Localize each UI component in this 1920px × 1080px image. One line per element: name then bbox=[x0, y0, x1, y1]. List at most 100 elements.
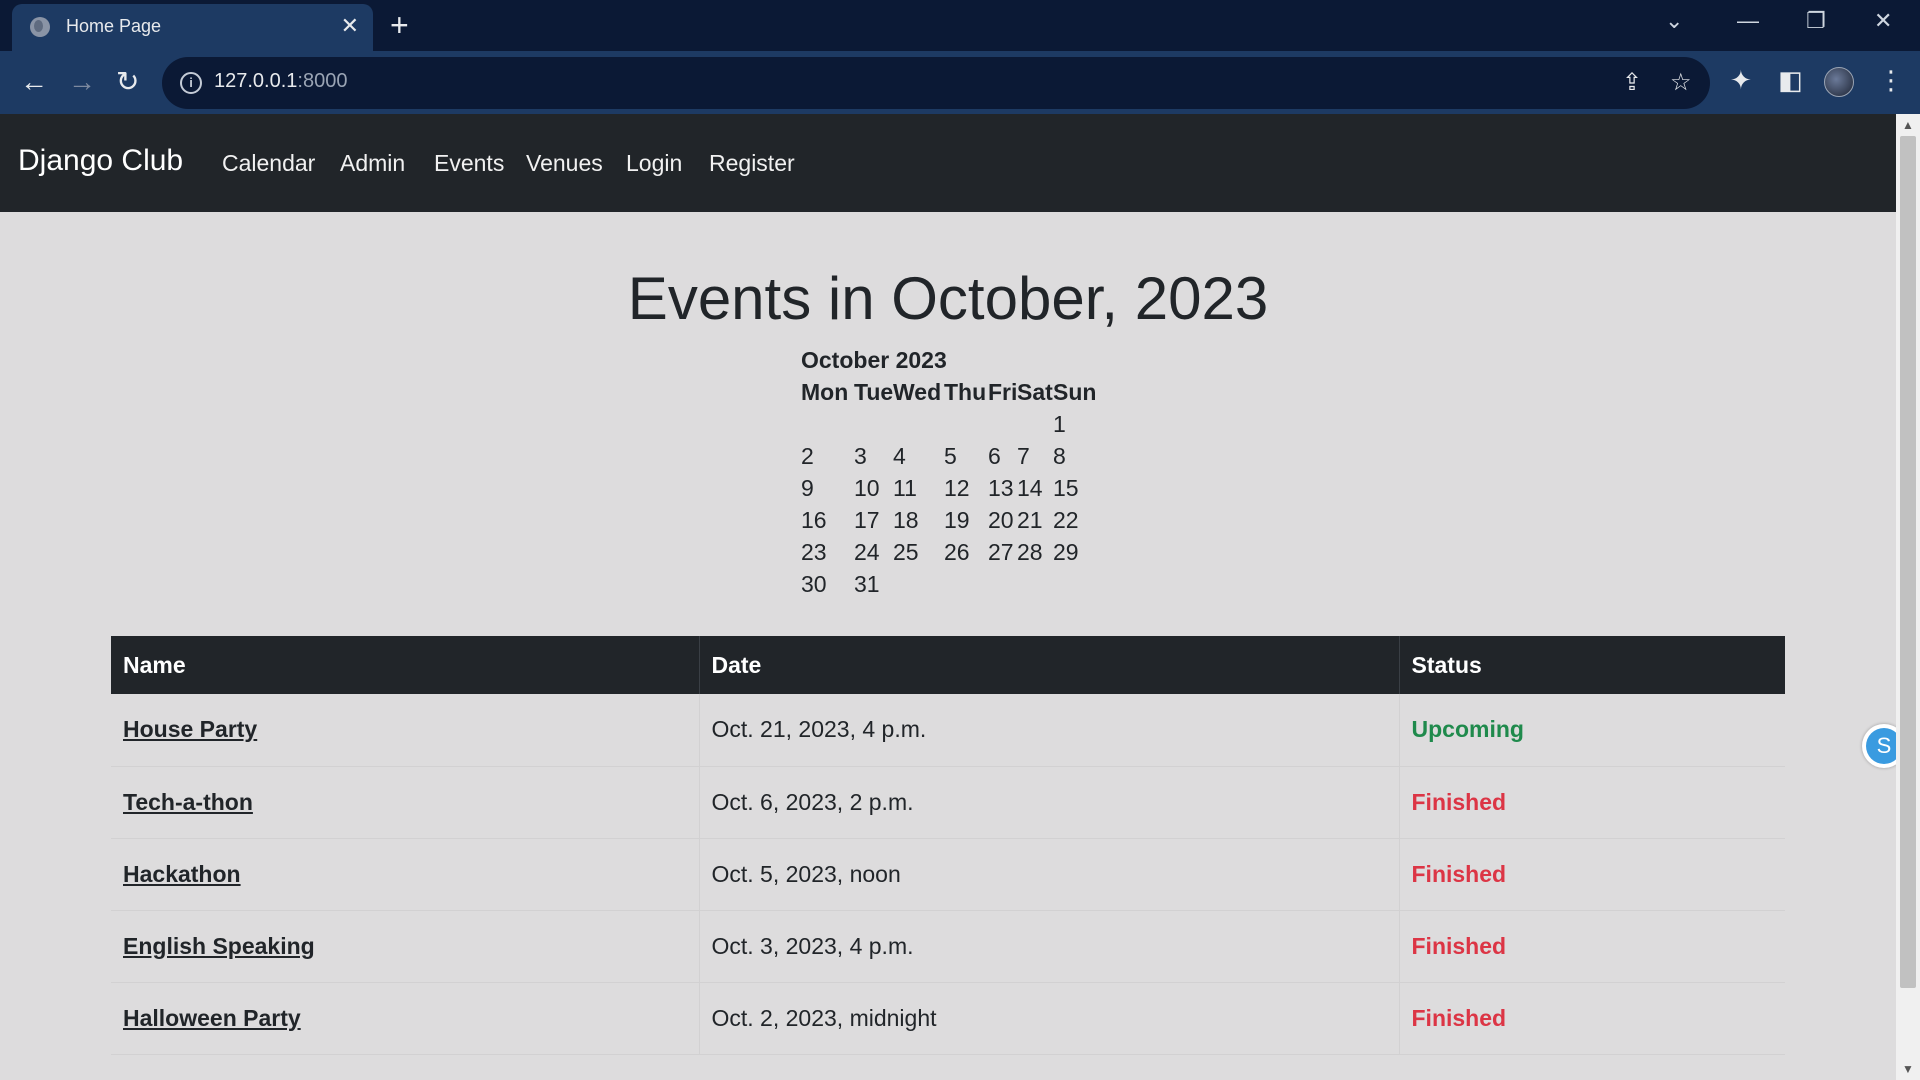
scroll-up-arrow-icon[interactable]: ▲ bbox=[1902, 118, 1914, 132]
event-status: Finished bbox=[1399, 910, 1785, 983]
calendar-weekday: Tue bbox=[854, 379, 894, 405]
calendar-day: 7 bbox=[1017, 443, 1030, 469]
calendar-day: 11 bbox=[893, 475, 917, 501]
table-row: Hackathon Oct. 5, 2023, noon Finished bbox=[111, 838, 1785, 911]
address-bar[interactable]: i 127.0.0.1:8000 ⇪ ☆ bbox=[162, 57, 1710, 109]
calendar-day: 30 bbox=[801, 571, 827, 597]
nav-admin[interactable]: Admin bbox=[340, 150, 405, 177]
table-row: English Speaking Oct. 3, 2023, 4 p.m. Fini… bbox=[111, 910, 1785, 983]
event-date: Oct. 5, 2023, noon bbox=[699, 838, 1400, 911]
calendar-day: 27 bbox=[988, 539, 1014, 565]
calendar-weekday: Sat bbox=[1017, 379, 1053, 405]
calendar-day: 3 bbox=[854, 443, 867, 469]
share-icon[interactable]: ⇪ bbox=[1622, 69, 1642, 97]
event-date: Oct. 6, 2023, 2 p.m. bbox=[699, 766, 1400, 839]
tab-title: Home Page bbox=[66, 16, 162, 36]
calendar-day: 25 bbox=[893, 539, 919, 565]
calendar-weekday: Mon bbox=[801, 379, 849, 405]
restore-button[interactable]: ❐ bbox=[1806, 6, 1826, 36]
calendar-day: 21 bbox=[1017, 507, 1043, 533]
browser-tab-strip: Home Page ✕ + ⌄ — ❐ ✕ bbox=[0, 0, 1920, 51]
side-panel-icon[interactable]: ◧ bbox=[1778, 63, 1803, 97]
event-name-link[interactable]: English Speaking bbox=[111, 910, 700, 983]
event-status: Finished bbox=[1399, 838, 1785, 911]
globe-icon bbox=[30, 17, 50, 37]
page-viewport: Django Club Calendar Admin Events Venues… bbox=[0, 114, 1920, 1080]
profile-avatar[interactable] bbox=[1824, 67, 1854, 97]
scrollbar-thumb[interactable] bbox=[1900, 136, 1916, 988]
event-date: Oct. 21, 2023, 4 p.m. bbox=[699, 694, 1400, 767]
calendar-day: 26 bbox=[944, 539, 970, 565]
calendar-day: 1 bbox=[1053, 411, 1066, 437]
events-table: Name Date Status House Party Oct. 21, 202… bbox=[111, 636, 1785, 1055]
calendar-day: 2 bbox=[801, 443, 814, 469]
calendar-day: 12 bbox=[944, 475, 970, 501]
calendar-weekday: Sun bbox=[1053, 379, 1097, 405]
menu-kebab-icon[interactable]: ⋮ bbox=[1878, 63, 1904, 97]
calendar-day: 14 bbox=[1017, 475, 1043, 501]
table-row: Tech-a-thon Oct. 6, 2023, 2 p.m. Finished bbox=[111, 766, 1785, 839]
nav-venues[interactable]: Venues bbox=[526, 150, 603, 177]
calendar-weekday: Wed bbox=[893, 379, 942, 405]
back-button[interactable]: ← bbox=[20, 65, 48, 99]
page-title: Events in October, 2023 bbox=[627, 265, 1269, 332]
event-status: Finished bbox=[1399, 982, 1785, 1055]
event-name-link[interactable]: Tech-a-thon bbox=[111, 766, 700, 839]
table-header-row: Name Date Status bbox=[111, 636, 1785, 694]
calendar-day: 28 bbox=[1017, 539, 1043, 565]
table-row: House Party Oct. 21, 2023, 4 p.m. Upcoming bbox=[111, 694, 1785, 767]
column-header-status: Status bbox=[1399, 636, 1785, 694]
calendar-day: 17 bbox=[854, 507, 880, 533]
browser-toolbar: ← → ↻ i 127.0.0.1:8000 ⇪ ☆ ✦ ◧ ⋮ bbox=[0, 51, 1920, 114]
url-text: 127.0.0.1:8000 bbox=[214, 70, 348, 92]
close-tab-icon[interactable]: ✕ bbox=[341, 13, 359, 39]
calendar-day: 31 bbox=[854, 571, 880, 597]
brand-link[interactable]: Django Club bbox=[18, 144, 183, 178]
tab-search-icon[interactable]: ⌄ bbox=[1665, 6, 1683, 36]
calendar-day: 22 bbox=[1053, 507, 1079, 533]
bookmark-star-icon[interactable]: ☆ bbox=[1670, 69, 1692, 97]
calendar-day: 10 bbox=[854, 475, 880, 501]
calendar-day: 5 bbox=[944, 443, 957, 469]
calendar-day: 24 bbox=[854, 539, 880, 565]
event-status: Upcoming bbox=[1399, 694, 1785, 767]
event-name-link[interactable]: Hackathon bbox=[111, 838, 700, 911]
nav-calendar[interactable]: Calendar bbox=[222, 150, 315, 177]
calendar-weekday: Fri bbox=[988, 379, 1018, 405]
nav-login[interactable]: Login bbox=[626, 150, 682, 177]
nav-register[interactable]: Register bbox=[709, 150, 795, 177]
close-window-button[interactable]: ✕ bbox=[1874, 6, 1892, 36]
new-tab-button[interactable]: + bbox=[390, 8, 409, 42]
calendar-day: 9 bbox=[801, 475, 814, 501]
event-name-link[interactable]: Halloween Party bbox=[111, 982, 700, 1055]
column-header-name: Name bbox=[111, 636, 700, 694]
table-row: Halloween Party Oct. 2, 2023, midnight Fin… bbox=[111, 982, 1785, 1055]
minimize-button[interactable]: — bbox=[1737, 6, 1759, 36]
column-header-date: Date bbox=[699, 636, 1400, 694]
reload-button[interactable]: ↻ bbox=[116, 65, 139, 99]
event-status: Finished bbox=[1399, 766, 1785, 839]
browser-tab[interactable]: Home Page ✕ bbox=[12, 4, 373, 51]
calendar-day: 29 bbox=[1053, 539, 1079, 565]
calendar-day: 15 bbox=[1053, 475, 1079, 501]
calendar-day: 23 bbox=[801, 539, 827, 565]
forward-button[interactable]: → bbox=[68, 65, 96, 99]
extensions-icon[interactable]: ✦ bbox=[1730, 63, 1752, 97]
nav-events[interactable]: Events bbox=[434, 150, 504, 177]
event-date: Oct. 2, 2023, midnight bbox=[699, 982, 1400, 1055]
event-date: Oct. 3, 2023, 4 p.m. bbox=[699, 910, 1400, 983]
calendar-day: 16 bbox=[801, 507, 827, 533]
calendar-day: 4 bbox=[893, 443, 906, 469]
calendar-day: 6 bbox=[988, 443, 1001, 469]
calendar-day: 18 bbox=[893, 507, 919, 533]
calendar-day: 19 bbox=[944, 507, 970, 533]
page-scrollbar[interactable]: ▲ ▼ bbox=[1896, 114, 1920, 1080]
calendar-day: 20 bbox=[988, 507, 1014, 533]
calendar-month-title: October 2023 bbox=[801, 347, 947, 373]
calendar-day: 8 bbox=[1053, 443, 1066, 469]
site-info-icon[interactable]: i bbox=[180, 72, 202, 94]
scroll-down-arrow-icon[interactable]: ▼ bbox=[1902, 1062, 1914, 1076]
event-name-link[interactable]: House Party bbox=[111, 694, 700, 767]
calendar-weekday: Thu bbox=[944, 379, 987, 405]
calendar-day: 13 bbox=[988, 475, 1014, 501]
